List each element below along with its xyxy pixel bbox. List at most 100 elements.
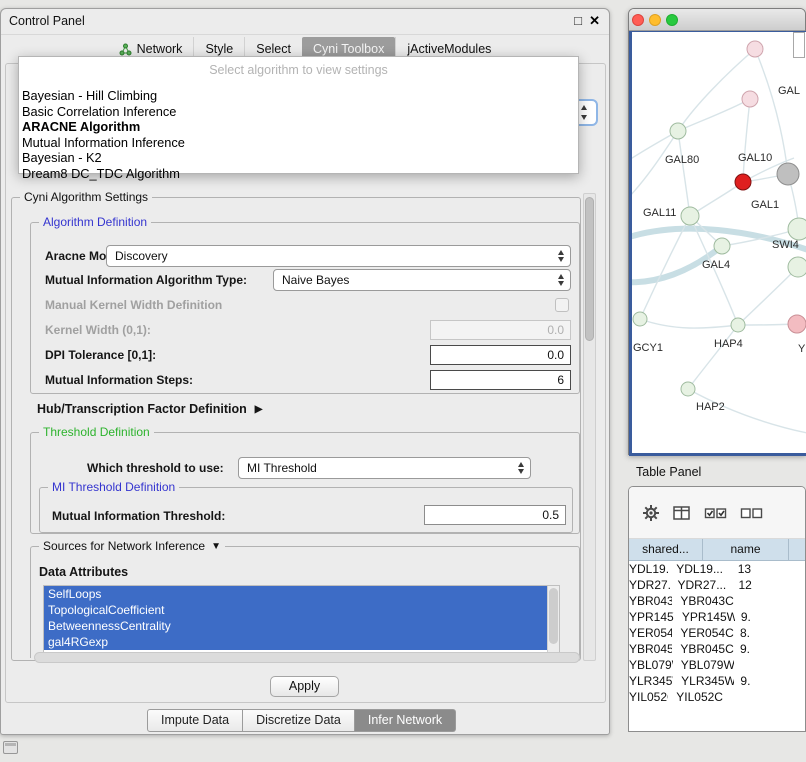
table-row[interactable]: YBL079W YBL079W <box>629 657 805 673</box>
which-threshold-select[interactable]: MI Threshold <box>238 457 531 479</box>
cell-shared-name: YDR27... <box>629 577 670 593</box>
select-all-icon[interactable] <box>704 504 728 522</box>
attributes-list[interactable]: SelfLoops TopologicalCoefficient Between… <box>43 585 560 655</box>
apply-button[interactable]: Apply <box>270 676 339 697</box>
cell-name: YIL052C <box>668 689 731 705</box>
network-node[interactable] <box>735 174 751 190</box>
table-row[interactable]: YLR345W YLR345W 9. <box>629 673 805 689</box>
control-panel-titlebar[interactable]: Control Panel □ ✕ <box>1 9 609 35</box>
network-node[interactable] <box>731 318 745 332</box>
table-panel-title: Table Panel <box>636 465 701 479</box>
columns-icon[interactable] <box>672 504 692 522</box>
cell-value <box>734 593 805 609</box>
table-row[interactable]: YBR043C YBR043C <box>629 593 805 609</box>
cell-name: YLR345W <box>673 673 734 689</box>
tab-label: Network <box>137 42 183 56</box>
mi-type-select[interactable]: Naive Bayes <box>273 269 571 291</box>
table-row[interactable]: YIL052C YIL052C <box>629 689 805 705</box>
scrollbar-thumb[interactable] <box>585 197 594 341</box>
table-row[interactable]: YDL19... YDL19... 13 <box>629 561 805 577</box>
network-node[interactable] <box>747 41 763 57</box>
mi-steps-field[interactable]: 6 <box>430 370 571 390</box>
spinner-down-icon <box>581 115 587 120</box>
mi-threshold-field[interactable]: 0.5 <box>424 505 566 525</box>
sources-legend[interactable]: Sources for Network Inference ▼ <box>39 539 225 553</box>
network-node[interactable] <box>714 238 730 254</box>
minimized-panel-icon[interactable] <box>3 741 18 754</box>
header-cell[interactable]: shared... <box>629 539 703 560</box>
attribute-item[interactable]: TopologicalCoefficient <box>44 602 547 618</box>
table-row[interactable]: YBR045C YBR045C 9. <box>629 641 805 657</box>
network-node[interactable] <box>788 218 806 240</box>
tab-discretize-data[interactable]: Discretize Data <box>243 709 355 732</box>
combo-down-icon <box>558 257 564 262</box>
list-scrollbar[interactable] <box>547 586 559 654</box>
table-row[interactable]: YDR27... YDR27... 12 <box>629 577 805 593</box>
table-toolbar <box>629 487 805 539</box>
header-cell[interactable]: name <box>703 539 789 560</box>
deselect-all-icon[interactable] <box>740 504 764 522</box>
algorithm-option[interactable]: Dream8 DC_TDC Algorithm <box>19 166 578 182</box>
threshold-definition-group: Threshold Definition Which threshold to … <box>30 432 580 534</box>
collapse-arrow-icon: ▼ <box>211 541 221 552</box>
gear-icon[interactable] <box>642 504 660 522</box>
aracne-mode-select[interactable]: Discovery <box>106 245 571 267</box>
cell-shared-name: YBL079W <box>629 657 673 673</box>
network-scroll-corner[interactable] <box>793 32 805 58</box>
algorithm-definition-group: Algorithm Definition Aracne Mode: Discov… <box>30 222 580 394</box>
mi-threshold-group: MI Threshold Definition Mutual Informati… <box>39 487 573 533</box>
kernel-width-field: 0.0 <box>430 320 571 340</box>
cell-value: 8. <box>734 625 805 641</box>
algorithm-option[interactable]: ARACNE Algorithm <box>19 119 578 135</box>
network-node[interactable] <box>681 382 695 396</box>
network-titlebar[interactable] <box>629 9 805 31</box>
control-panel-window: Control Panel □ ✕ Network Style Select C… <box>0 8 610 735</box>
spinner-up-icon <box>581 105 587 110</box>
cell-name: YER054C <box>672 625 734 641</box>
attribute-item[interactable]: BetweennessCentrality <box>44 618 547 634</box>
restore-icon[interactable]: □ <box>574 13 582 28</box>
combo-up-icon <box>558 274 564 279</box>
network-node[interactable] <box>788 257 806 277</box>
network-node[interactable] <box>633 312 647 326</box>
algorithm-option[interactable]: Bayesian - Hill Climbing <box>19 88 578 104</box>
close-light-icon[interactable] <box>632 14 644 26</box>
table-row[interactable]: YER054C YER054C 8. <box>629 625 805 641</box>
cell-value: 12 <box>732 577 805 593</box>
network-node[interactable] <box>670 123 686 139</box>
network-view-window: GALGAL80GAL10GAL11GAL1SWI4GAL4GCY1HAP4YH… <box>628 8 806 455</box>
combo-down-icon <box>558 281 564 286</box>
mi-type-label: Mutual Information Algorithm Type: <box>45 273 247 287</box>
cell-value <box>732 689 805 705</box>
algorithm-option[interactable]: Basic Correlation Inference <box>19 104 578 120</box>
cell-value: 9. <box>734 673 805 689</box>
window-title: Control Panel <box>9 14 85 28</box>
attribute-item[interactable]: SelfLoops <box>44 586 547 602</box>
network-node[interactable] <box>777 163 799 185</box>
header-cell[interactable] <box>789 539 805 560</box>
cell-name: YBR045C <box>672 641 734 657</box>
cell-name: YPR145W <box>674 609 735 625</box>
scrollbar-thumb[interactable] <box>549 588 558 644</box>
tab-infer-network[interactable]: Infer Network <box>355 709 456 732</box>
network-canvas[interactable]: GALGAL80GAL10GAL11GAL1SWI4GAL4GCY1HAP4YH… <box>629 31 806 456</box>
popup-placeholder: Select algorithm to view settings <box>19 60 578 80</box>
network-node-label: SWI4 <box>772 239 799 251</box>
settings-vertical-scrollbar[interactable] <box>583 193 596 661</box>
network-node[interactable] <box>681 207 699 225</box>
minimize-light-icon[interactable] <box>649 14 661 26</box>
algorithm-option[interactable]: Bayesian - K2 <box>19 150 578 166</box>
dpi-tolerance-field[interactable]: 0.0 <box>430 345 571 365</box>
close-icon[interactable]: ✕ <box>589 13 600 29</box>
hub-definition-toggle[interactable]: Hub/Transcription Factor Definition ▶ <box>37 402 262 416</box>
settings-horizontal-scrollbar[interactable] <box>34 652 580 663</box>
network-node-label: GAL10 <box>738 152 772 164</box>
attribute-item[interactable]: gal4RGexp <box>44 634 547 650</box>
network-node[interactable] <box>788 315 806 333</box>
zoom-light-icon[interactable] <box>666 14 678 26</box>
network-node[interactable] <box>742 91 758 107</box>
table-row[interactable]: YPR145W YPR145W 9. <box>629 609 805 625</box>
algorithm-option[interactable]: Mutual Information Inference <box>19 135 578 151</box>
network-node-label: HAP2 <box>696 401 725 413</box>
tab-impute-data[interactable]: Impute Data <box>147 709 243 732</box>
